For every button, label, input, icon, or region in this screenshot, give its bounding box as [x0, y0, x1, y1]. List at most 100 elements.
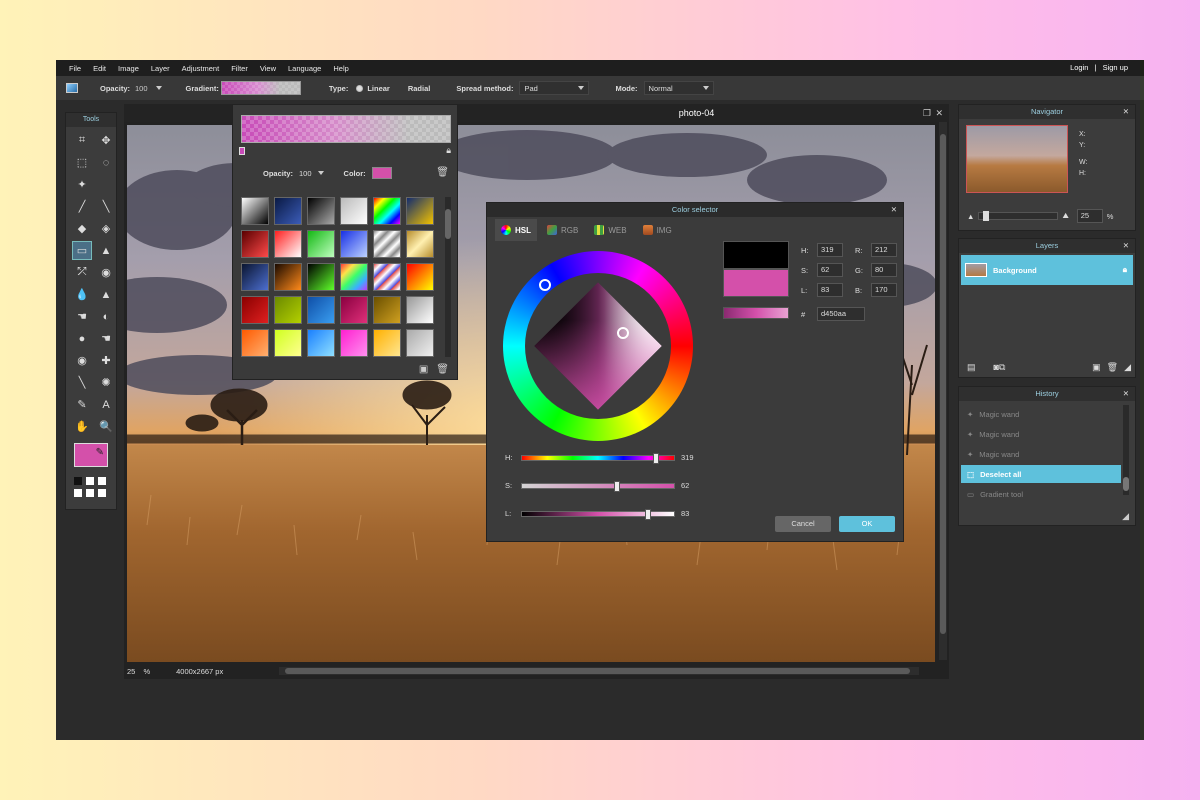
crop-icon[interactable]: ⌗ — [72, 131, 92, 150]
gradient-preset-swatch[interactable] — [340, 197, 368, 225]
type-linear-option[interactable]: Linear — [356, 84, 390, 93]
trash-icon[interactable]: 🗑︎ — [436, 167, 449, 178]
old-color-swatch[interactable] — [723, 241, 789, 269]
saturation-slider[interactable] — [521, 480, 675, 492]
gradient-color-stop[interactable] — [239, 147, 245, 155]
presets-scrollbar[interactable] — [445, 197, 451, 357]
pencil-icon[interactable]: ╱ — [72, 197, 92, 216]
gradient-preset-swatch[interactable] — [340, 230, 368, 258]
color-shades-strip[interactable] — [723, 307, 789, 319]
hue-slider-thumb[interactable] — [653, 452, 660, 464]
new-layer-icon[interactable]: ▣ — [1092, 362, 1101, 373]
s-field[interactable]: 62 — [817, 263, 843, 277]
r-field[interactable]: 212 — [871, 243, 897, 257]
move-icon[interactable]: ✥ — [96, 131, 116, 150]
gradient-preset-swatch[interactable] — [373, 329, 401, 357]
gradient-preset-swatch[interactable] — [307, 197, 335, 225]
hue-wheel[interactable] — [503, 251, 693, 441]
tab-rgb[interactable]: RGB — [541, 219, 584, 241]
bloat-icon[interactable]: ✚ — [96, 351, 116, 370]
b-field[interactable]: 170 — [871, 283, 897, 297]
menu-filter[interactable]: Filter — [231, 64, 248, 73]
hue-slider[interactable] — [521, 452, 675, 464]
history-item[interactable]: ✦ Magic wand — [961, 405, 1121, 423]
gradient-preset-swatch[interactable] — [406, 329, 434, 357]
restore-icon[interactable]: ❐ — [923, 104, 931, 122]
zoom-in-icon[interactable]: ⛰ — [1062, 211, 1068, 221]
cancel-button[interactable]: Cancel — [775, 516, 831, 532]
type-icon[interactable]: A — [96, 395, 116, 414]
gradient-preset-swatch[interactable] — [241, 197, 269, 225]
gradient-preset-swatch[interactable] — [307, 296, 335, 324]
sl-marker[interactable] — [617, 327, 629, 339]
gradient-preset-swatch[interactable] — [373, 296, 401, 324]
navigator-thumbnail[interactable] — [966, 125, 1068, 193]
magic-wand-icon[interactable]: ✦ — [72, 175, 92, 194]
history-item[interactable]: ▭ Gradient tool — [961, 485, 1121, 503]
opacity-value[interactable]: 100 — [135, 84, 148, 93]
sharpen-icon[interactable]: ▲ — [96, 285, 116, 304]
dodge-icon[interactable]: ● — [72, 329, 92, 348]
spread-method-select[interactable]: Pad — [519, 81, 590, 95]
close-icon[interactable]: ✕ — [1123, 239, 1129, 253]
menu-help[interactable]: Help — [333, 64, 348, 73]
gradient-preview-bar[interactable] — [241, 115, 451, 143]
tab-hsl[interactable]: HSL — [495, 219, 537, 241]
pinch-icon[interactable]: ✺ — [96, 373, 116, 392]
popup-opacity-value[interactable]: 100 — [299, 169, 312, 178]
history-item[interactable]: ✦ Magic wand — [961, 445, 1121, 463]
resize-handle-icon[interactable]: ◢ — [1122, 511, 1129, 522]
ok-button[interactable]: OK — [839, 516, 895, 532]
navigator-zoom-field[interactable]: 25 — [1076, 209, 1103, 223]
hex-field[interactable]: d450aa — [817, 307, 865, 321]
stamp-icon[interactable]: ▲ — [96, 241, 116, 260]
layer-row[interactable]: Background 🔒︎ — [961, 255, 1133, 285]
history-scrollbar[interactable] — [1123, 405, 1129, 495]
gradient-preset-swatch[interactable] — [406, 263, 434, 291]
g-field[interactable]: 80 — [871, 263, 897, 277]
mini-swatch[interactable] — [86, 477, 94, 485]
new-preset-icon[interactable]: ▣ — [419, 364, 428, 375]
saturation-slider-thumb[interactable] — [613, 480, 620, 492]
history-item[interactable]: ✦ Magic wand — [961, 425, 1121, 443]
layer-settings-icon[interactable]: ▤ — [967, 362, 976, 373]
menu-language[interactable]: Language — [288, 64, 321, 73]
gradient-preset-swatch[interactable] — [373, 263, 401, 291]
zoom-out-icon[interactable]: ▲ — [967, 212, 974, 221]
tab-web[interactable]: WEB — [588, 219, 632, 241]
gradient-preset-swatch[interactable] — [406, 296, 434, 324]
presets-scroll-thumb[interactable] — [445, 209, 451, 239]
signup-link[interactable]: Sign up — [1103, 63, 1128, 72]
new-color-swatch[interactable] — [723, 269, 789, 297]
red-eye-icon[interactable]: ◉ — [72, 351, 92, 370]
gradient-preset-swatch[interactable] — [274, 230, 302, 258]
default-colors-grid[interactable] — [74, 477, 110, 497]
blur-icon[interactable]: 💧 — [72, 285, 92, 304]
gradient-preset-swatch[interactable] — [340, 263, 368, 291]
delete-preset-icon[interactable]: 🗑︎ — [436, 364, 449, 375]
bucket-icon[interactable]: ◈ — [96, 219, 116, 238]
drawing-icon[interactable]: ✎ — [72, 395, 92, 414]
lock-icon[interactable]: 🔒︎ — [1123, 265, 1127, 275]
gradient-preset-swatch[interactable] — [241, 296, 269, 324]
menu-image[interactable]: Image — [118, 64, 139, 73]
zoom-slider-thumb[interactable] — [983, 211, 990, 221]
gradient-preset-swatch[interactable] — [241, 329, 269, 357]
gradient-preset-swatch[interactable] — [307, 329, 335, 357]
foreground-color-swatch[interactable]: ✎ — [74, 443, 108, 467]
lightness-slider-thumb[interactable] — [644, 508, 651, 520]
l-field[interactable]: 83 — [817, 283, 843, 297]
gradient-preset-swatch[interactable] — [241, 230, 269, 258]
gradient-preset-swatch[interactable] — [274, 197, 302, 225]
zoom-icon[interactable]: 🔍 — [96, 417, 116, 436]
popup-color-swatch[interactable] — [371, 167, 392, 179]
gradient-preset-swatch[interactable] — [307, 230, 335, 258]
gradient-preset-swatch[interactable] — [274, 296, 302, 324]
gradient-preset-swatch[interactable] — [274, 329, 302, 357]
close-icon[interactable]: ✕ — [1123, 105, 1129, 119]
tab-img[interactable]: IMG — [637, 219, 678, 241]
gradient-preset-swatch[interactable] — [340, 296, 368, 324]
history-item[interactable]: ⬚ Deselect all — [961, 465, 1121, 483]
delete-layer-icon[interactable]: 🗑︎ — [1107, 362, 1118, 373]
eraser-icon[interactable]: ◆ — [72, 219, 92, 238]
